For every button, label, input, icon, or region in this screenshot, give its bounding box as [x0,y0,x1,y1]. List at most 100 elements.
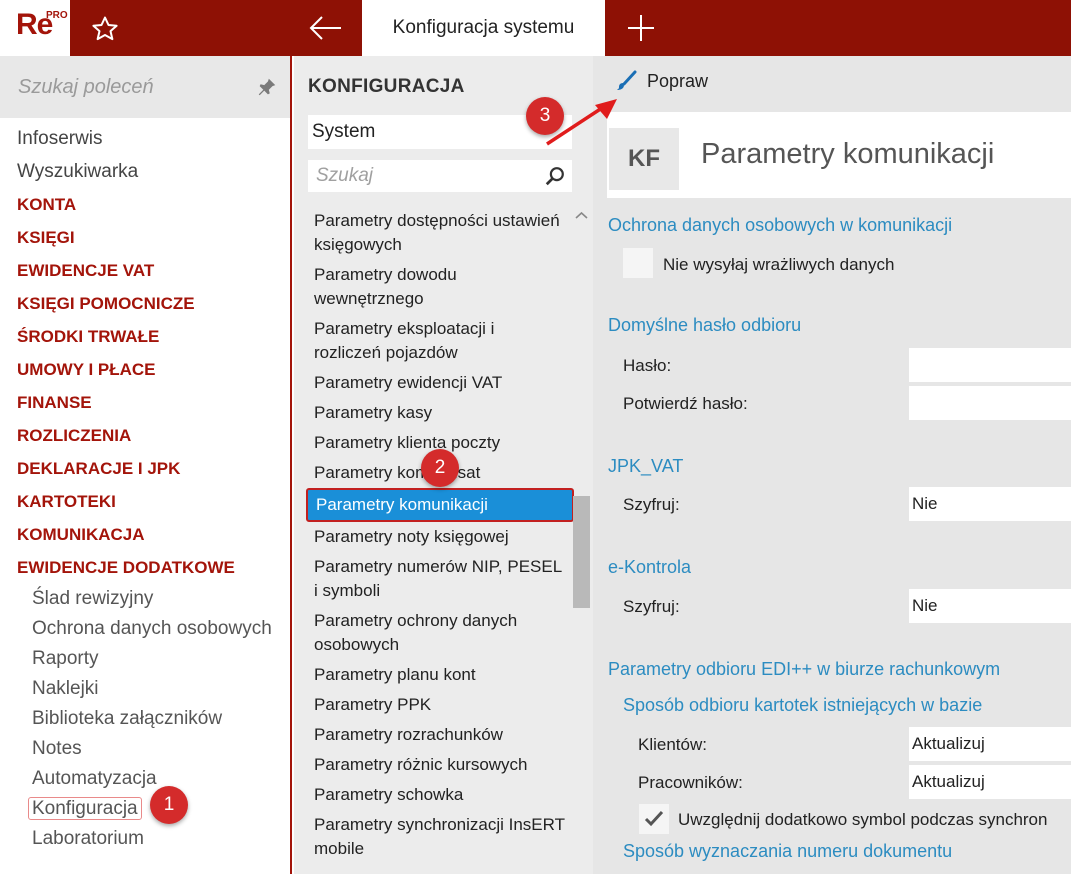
nav-label: Naklejki [32,678,99,699]
command-search-input[interactable]: Szukaj poleceń [0,56,290,118]
section-privacy: Ochrona danych osobowych w komunikacji [608,215,953,235]
jpk-encrypt-label: Szyfruj: [623,495,680,514]
nav-subitem-notes[interactable]: Notes [0,734,290,764]
nav-label: Wyszukiwarka [17,161,139,182]
nav-category-umowy-i-place[interactable]: UMOWY I PŁACE [0,353,290,386]
list-item[interactable]: Parametry dostępności ustawień księgowyc… [306,206,574,260]
section-default-password: Domyślne hasło odbioru [608,315,802,335]
navigation-list: Infoserwis Wyszukiwarka KONTA KSIĘGI EWI… [0,122,290,854]
list-item[interactable]: Parametry ewidencji VAT [306,368,574,398]
nav-label: DEKLARACJE I JPK [17,459,181,478]
list-item[interactable]: Parametry schowka [306,780,574,810]
page-title: Parametry komunikacji [701,138,995,170]
nav-label: EWIDENCJE DODATKOWE [17,558,235,577]
nav-category-komunikacja[interactable]: KOMUNIKACJA [0,518,290,551]
password-field[interactable] [909,348,1071,382]
nav-category-srodki-trwale[interactable]: ŚRODKI TRWAŁE [0,320,290,353]
nav-category-ewidencje-vat[interactable]: EWIDENCJE VAT [0,254,290,287]
nav-subitem-raporty[interactable]: Raporty [0,644,290,674]
nav-category-rozliczenia[interactable]: ROZLICZENIA [0,419,290,452]
jpk-encrypt-select[interactable]: Nie [909,487,1071,521]
employees-value: Aktualizuj [912,772,985,791]
checkmark-icon [644,810,664,827]
group-select-value: System [312,121,376,142]
nav-label: ROZLICZENIA [17,426,132,445]
star-icon[interactable] [90,14,120,44]
no-sensitive-data-label: Nie wysyłaj wrażliwych danych [663,255,895,274]
nav-category-ksiegi-pomocnicze[interactable]: KSIĘGI POMOCNICZE [0,287,290,320]
nav-category-konta[interactable]: KONTA [0,188,290,221]
edit-button[interactable]: Popraw [615,70,708,92]
include-symbol-checkbox[interactable] [639,804,669,834]
list-item[interactable]: Parametry różnic kursowych [306,750,574,780]
nav-subitem-slad-rewizyjny[interactable]: Ślad rewizyjny [0,584,290,614]
employees-select[interactable]: Aktualizuj [909,765,1071,799]
clients-value: Aktualizuj [912,734,985,753]
annotation-arrow-icon [546,99,617,146]
tab-system-configuration[interactable]: Konfiguracja systemu [362,0,605,56]
detail-header: KF Parametry komunikacji [607,112,1071,198]
nav-subitem-automatyzacja[interactable]: Automatyzacja [0,764,290,794]
nav-category-ksiegi[interactable]: KSIĘGI [0,221,290,254]
list-item[interactable]: Parametry kasy [306,398,574,428]
nav-subitem-ochrona-danych[interactable]: Ochrona danych osobowych [0,614,290,644]
list-item[interactable]: Parametry eksploatacji i rozliczeń pojaz… [306,314,574,368]
scrollbar-thumb[interactable] [573,496,590,608]
nav-category-ewidencje-dodatkowe[interactable]: EWIDENCJE DODATKOWE [0,551,290,584]
section-existing-records: Sposób odbioru kartotek istniejących w b… [623,695,983,715]
nav-subitem-biblioteka[interactable]: Biblioteka załączników [0,704,290,734]
configuration-search-input[interactable]: Szukaj [308,160,572,192]
nav-subitem-konfiguracja[interactable]: Konfiguracja [0,794,290,824]
include-symbol-label: Uwzględnij dodatkowo symbol podczas sync… [678,810,1048,829]
confirm-password-field[interactable] [909,386,1071,420]
nav-item-wyszukiwarka[interactable]: Wyszukiwarka [0,155,290,188]
list-item[interactable]: Parametry rozrachunków [306,720,574,750]
employees-label: Pracowników: [638,773,743,792]
annotation-badge-1: 1 [150,786,188,824]
nav-label: EWIDENCJE VAT [17,261,155,280]
nav-label: Notes [32,738,82,759]
nav-category-finanse[interactable]: FINANSE [0,386,290,419]
logo-superscript: PRO [46,10,68,21]
nav-label: KSIĘGI POMOCNICZE [17,294,195,313]
nav-category-kartoteki[interactable]: KARTOTEKI [0,485,290,518]
pin-icon[interactable] [256,76,278,98]
configuration-title: KONFIGURACJA [308,76,465,97]
paintbrush-icon [617,70,637,90]
list-item[interactable]: Parametry PPK [306,690,574,720]
nav-category-deklaracje-i-jpk[interactable]: DEKLARACJE I JPK [0,452,290,485]
list-item[interactable]: Parametry planu kont [306,660,574,690]
new-tab-plus-icon[interactable] [625,12,657,44]
clients-select[interactable]: Aktualizuj [909,727,1071,761]
detail-panel: Popraw KF Parametry komunikacji Ochrona … [593,56,1071,874]
list-item[interactable]: Parametry ochrony danych osobowych [306,606,574,660]
search-icon[interactable] [544,165,566,187]
back-arrow-icon[interactable] [308,12,344,44]
section-jpk-vat: JPK_VAT [608,456,684,476]
nav-label: Ślad rewizyjny [32,588,154,609]
ekontrola-encrypt-value: Nie [912,596,938,615]
list-item-selected[interactable]: Parametry komunikacji [306,488,574,522]
list-item[interactable]: Parametry synchronizacji InsERT mobile [306,810,574,864]
command-search-placeholder: Szukaj poleceń [18,75,154,98]
nav-label: ŚRODKI TRWAŁE [17,327,160,346]
no-sensitive-data-checkbox[interactable] [623,248,653,278]
nav-label: Biblioteka załączników [32,708,223,729]
nav-label: Konfiguracja [28,797,142,820]
scroll-up-chevron-icon[interactable] [573,208,590,222]
nav-subitem-naklejki[interactable]: Naklejki [0,674,290,704]
list-item[interactable]: Parametry numerów NIP, PESEL i symboli [306,552,574,606]
jpk-encrypt-value: Nie [912,494,938,513]
ekontrola-encrypt-select[interactable]: Nie [909,589,1071,623]
section-edi: Parametry odbioru EDI++ w biurze rachunk… [608,659,1001,679]
nav-subitem-laboratorium[interactable]: Laboratorium [0,824,290,854]
nav-label: KSIĘGI [17,228,75,247]
list-item[interactable]: Parametry dowodu wewnętrznego [306,260,574,314]
left-navigation: Szukaj poleceń Infoserwis Wyszukiwarka K… [0,56,292,874]
nav-label: FINANSE [17,393,92,412]
nav-label: Raporty [32,648,99,669]
nav-item-infoserwis[interactable]: Infoserwis [0,122,290,155]
list-item[interactable]: Parametry noty księgowej [306,522,574,552]
app-logo[interactable]: Re PRO [0,0,70,56]
annotation-badge-2: 2 [421,449,459,487]
